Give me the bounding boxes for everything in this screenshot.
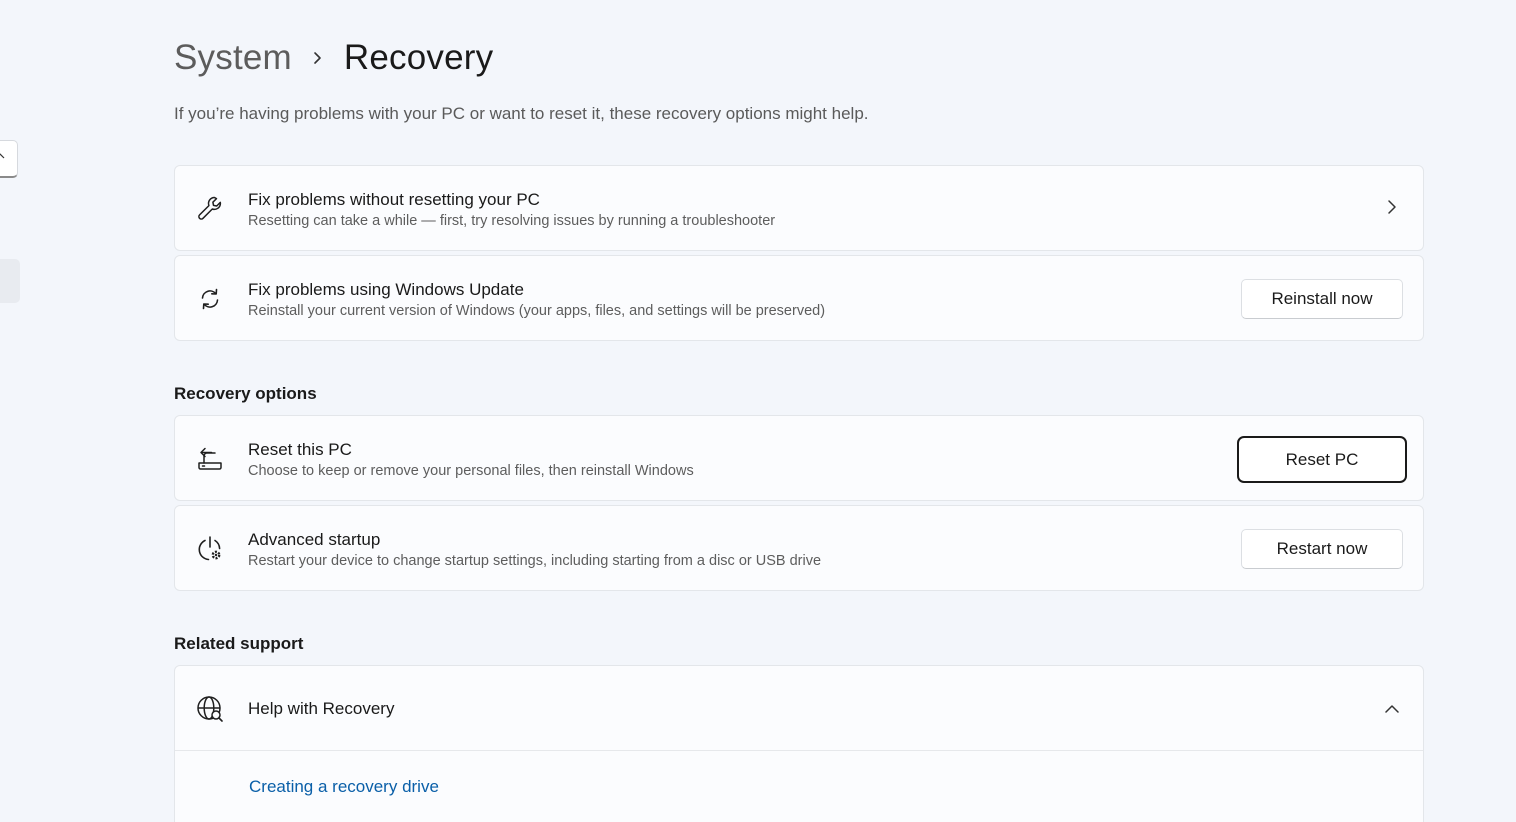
card-title: Fix problems using Windows Update — [248, 280, 524, 299]
breadcrumb-chevron-icon — [292, 32, 344, 84]
card-description: Resetting can take a while — first, try … — [248, 213, 776, 229]
page-description: If you’re having problems with your PC o… — [174, 104, 869, 123]
advanced-startup-icon — [198, 536, 221, 561]
card-title: Reset this PC — [248, 440, 352, 459]
search-icon — [0, 153, 5, 159]
help-with-recovery-card: Help with Recovery Creating a recovery d… — [174, 665, 1424, 822]
globe-icon — [197, 696, 223, 722]
reset-pc-button[interactable]: Reset PC — [1237, 436, 1407, 483]
chevron-right-icon[interactable] — [1383, 198, 1401, 216]
wrench-icon — [198, 196, 222, 220]
restart-now-button[interactable]: Restart now — [1241, 529, 1403, 569]
sidebar-item-selected[interactable] — [0, 259, 20, 303]
reset-this-pc-card: Reset this PC Choose to keep or remove y… — [174, 415, 1424, 501]
fix-problems-windows-update-card: Fix problems using Windows Update Reinst… — [174, 255, 1424, 341]
chevron-up-icon[interactable] — [1383, 700, 1401, 718]
sidebar-search-box[interactable] — [0, 140, 18, 178]
recovery-options-heading: Recovery options — [174, 384, 317, 403]
settings-page: System Recovery If you’re having problem… — [0, 0, 1516, 822]
advanced-startup-card: Advanced startup Restart your device to … — [174, 505, 1424, 591]
related-support-heading: Related support — [174, 634, 304, 653]
card-description: Reinstall your current version of Window… — [248, 303, 826, 319]
reset-pc-icon — [198, 447, 222, 470]
fix-problems-troubleshooter-card[interactable]: Fix problems without resetting your PC R… — [174, 165, 1424, 251]
sync-icon — [201, 288, 219, 310]
creating-recovery-drive-link[interactable]: Creating a recovery drive — [249, 777, 439, 797]
help-with-recovery-header[interactable]: Help with Recovery — [175, 666, 1423, 750]
breadcrumb: System Recovery — [174, 32, 493, 84]
card-title: Help with Recovery — [248, 699, 395, 718]
breadcrumb-system[interactable]: System — [174, 38, 292, 78]
reinstall-now-button[interactable]: Reinstall now — [1241, 279, 1403, 319]
card-description: Restart your device to change startup se… — [248, 553, 822, 569]
card-title: Fix problems without resetting your PC — [248, 190, 540, 209]
card-title: Advanced startup — [248, 530, 381, 549]
page-title: Recovery — [343, 38, 494, 77]
card-description: Choose to keep or remove your personal f… — [248, 463, 694, 479]
